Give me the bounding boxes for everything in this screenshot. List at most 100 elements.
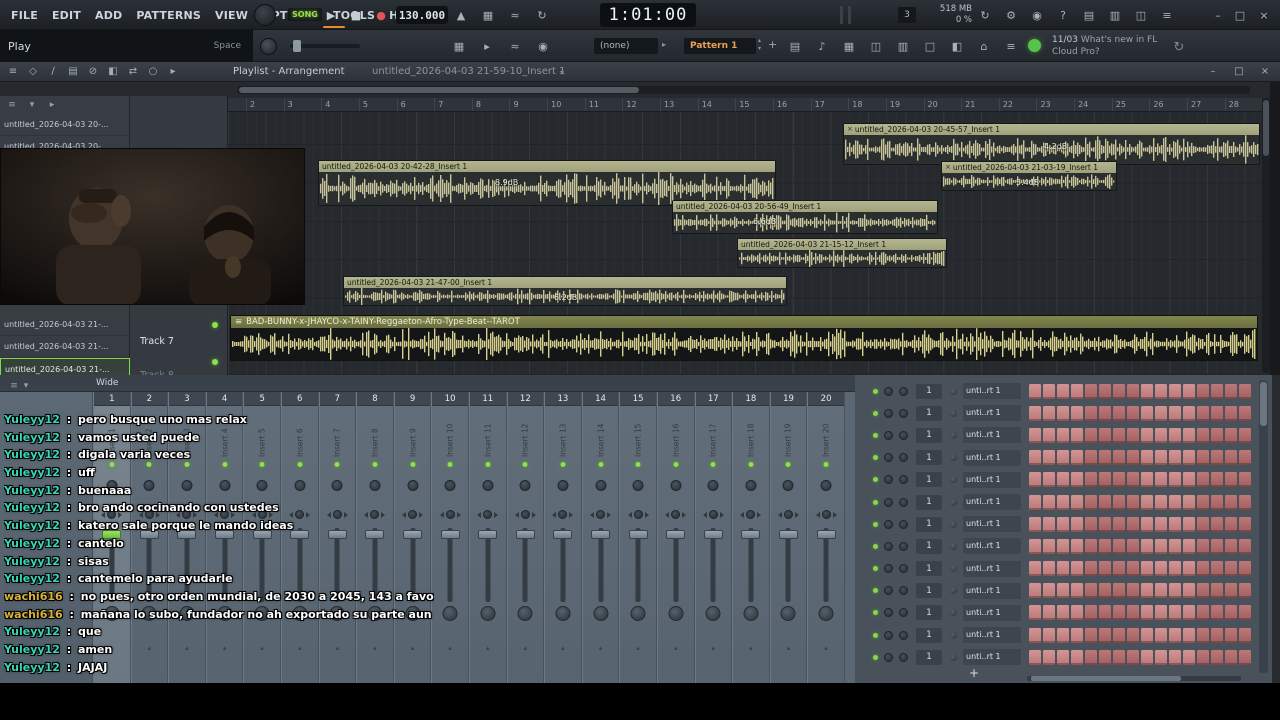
mixer-strip-fader[interactable] (365, 528, 385, 602)
step-cell[interactable] (1043, 561, 1055, 577)
mixer-strip-pan[interactable] (207, 510, 243, 519)
browser-panel-icon[interactable]: ▥ (894, 37, 912, 55)
mixer-strip-name[interactable]: Insert 15 (634, 409, 643, 457)
mixer-strip-name[interactable]: Insert 2 (145, 409, 154, 457)
clip-header[interactable]: × untitled_2026-04-03 21-47-00_Insert 1 (344, 277, 786, 288)
mixer-strip-number[interactable]: 18 (733, 392, 769, 406)
mixer-dropdown-icon[interactable]: ▾ (20, 381, 32, 393)
mic-icon[interactable]: ◉ (1028, 6, 1046, 24)
metronome-icon[interactable]: ▲ (452, 6, 470, 24)
scrollbar-handle[interactable] (1031, 676, 1181, 681)
channel-row[interactable]: 1 unti..rt 1 (855, 535, 1280, 557)
mixer-strip-number[interactable]: 5 (244, 392, 280, 406)
menu-item[interactable]: VIEW (208, 9, 255, 22)
step-cell[interactable] (1043, 472, 1055, 488)
channel-name-button[interactable]: unti..rt 1 (963, 383, 1021, 400)
mute-tool-icon[interactable]: ◧ (106, 63, 120, 80)
app-close-button[interactable]: × (1254, 6, 1274, 24)
step-cell[interactable] (1085, 405, 1097, 421)
channel-volume-knob[interactable] (899, 564, 908, 574)
mixer-strip-stereo-knob[interactable] (480, 606, 496, 621)
fader-handle[interactable] (215, 530, 235, 539)
mixer-strip[interactable]: 11 Insert 11 ▴ (468, 392, 507, 683)
step-cell[interactable] (1197, 649, 1209, 665)
channel-name-button[interactable]: unti..rt 1 (963, 538, 1021, 555)
step-cell[interactable] (1155, 605, 1167, 621)
step-cell[interactable] (1239, 427, 1251, 443)
step-cell[interactable] (1197, 472, 1209, 488)
fader-handle[interactable] (591, 530, 611, 539)
step-cell[interactable] (1127, 383, 1139, 399)
pan-knob[interactable] (257, 510, 267, 519)
channel-pan-knob[interactable] (884, 475, 893, 485)
channel-pan-knob[interactable] (884, 519, 893, 529)
mixer-strip-pan[interactable] (620, 510, 656, 519)
mixer-strip-knob[interactable] (444, 480, 456, 491)
step-cell[interactable] (1169, 472, 1181, 488)
focus-selector-arrow-icon[interactable]: ▸ (662, 40, 666, 49)
mixer-strip-pan[interactable] (470, 510, 506, 519)
tutorials-icon[interactable]: ▥ (1106, 6, 1124, 24)
mixer-strip-name[interactable]: Insert 3 (182, 409, 191, 457)
step-cell[interactable] (1029, 405, 1041, 421)
step-cell[interactable] (1183, 405, 1195, 421)
step-cell[interactable] (1043, 383, 1055, 399)
mixer-strip-knob[interactable] (256, 480, 268, 491)
mixer-strip-led[interactable] (259, 462, 265, 467)
playlist-menu-icon[interactable]: ≡ (6, 63, 20, 80)
step-cell[interactable] (1183, 605, 1195, 621)
mixer-strip-pan[interactable] (395, 510, 431, 519)
mixer-strip-fader[interactable] (478, 528, 498, 602)
step-cell[interactable] (1113, 649, 1125, 665)
channel-volume-knob[interactable] (899, 586, 908, 596)
mixer-strip-led[interactable] (222, 462, 228, 467)
step-cell[interactable] (1141, 516, 1153, 532)
mixer-strip-stereo-knob[interactable] (367, 606, 383, 621)
mixer-strip-pan[interactable] (696, 510, 732, 519)
channel-mixer-target[interactable]: 1 (916, 472, 942, 488)
mixer-strip-stereo-knob[interactable] (141, 606, 157, 621)
step-cell[interactable] (1057, 383, 1069, 399)
step-cell[interactable] (1169, 516, 1181, 532)
channel-mixer-target[interactable]: 1 (916, 583, 942, 599)
delete-tool-icon[interactable]: ⊘ (86, 63, 100, 80)
mixer-strip-number[interactable]: 17 (695, 392, 732, 406)
mixer-strip-knob[interactable] (106, 480, 118, 491)
step-cell[interactable] (1071, 450, 1083, 466)
mixer-strip-number[interactable]: 2 (131, 392, 168, 406)
typing-to-piano-icon[interactable]: ▦ (450, 37, 468, 55)
step-cell[interactable] (1113, 405, 1125, 421)
channel-mixer-target[interactable]: 1 (916, 561, 942, 577)
step-cell[interactable] (1127, 494, 1139, 510)
pan-knob[interactable] (295, 510, 305, 519)
mixer-strip[interactable]: 8 Insert 8 ▴ (356, 392, 394, 683)
channel-pan-knob[interactable] (884, 652, 893, 662)
step-cell[interactable] (1113, 450, 1125, 466)
channel-row[interactable]: 1 unti..rt 1 (855, 402, 1280, 424)
pattern-selector[interactable]: Pattern 1 (684, 38, 756, 54)
typing-keyboard-icon[interactable]: ▦ (479, 6, 497, 24)
step-cell[interactable] (1085, 649, 1097, 665)
mixer-strip-led[interactable] (184, 462, 190, 467)
step-cell[interactable] (1071, 605, 1083, 621)
plugin-picker-icon[interactable]: □ (921, 37, 939, 55)
mixer-strip-name[interactable]: Insert 19 (784, 409, 793, 457)
channel-row[interactable]: 1 unti..rt 1 (855, 380, 1280, 402)
step-cell[interactable] (1029, 450, 1041, 466)
mixer-strip-led[interactable] (748, 462, 754, 467)
step-cell[interactable] (1071, 538, 1083, 554)
step-cell[interactable] (1155, 494, 1167, 510)
monitor-icon[interactable]: ◫ (1132, 6, 1150, 24)
mixer-strip-knob[interactable] (369, 480, 381, 491)
pan-knob[interactable] (708, 510, 718, 519)
fader-handle[interactable] (553, 530, 573, 539)
add-channel-button[interactable]: + (969, 666, 979, 680)
fader-handle[interactable] (440, 530, 460, 539)
mixer-strip-knob[interactable] (143, 480, 155, 491)
mixer-strip-fader[interactable] (102, 528, 122, 602)
step-cell[interactable] (1029, 583, 1041, 599)
pattern-down-icon[interactable]: ▾ (758, 45, 761, 53)
mixer-strip[interactable]: 3 Insert 3 ▴ (168, 392, 206, 683)
step-cell[interactable] (1211, 494, 1223, 510)
step-cell[interactable] (1239, 538, 1251, 554)
